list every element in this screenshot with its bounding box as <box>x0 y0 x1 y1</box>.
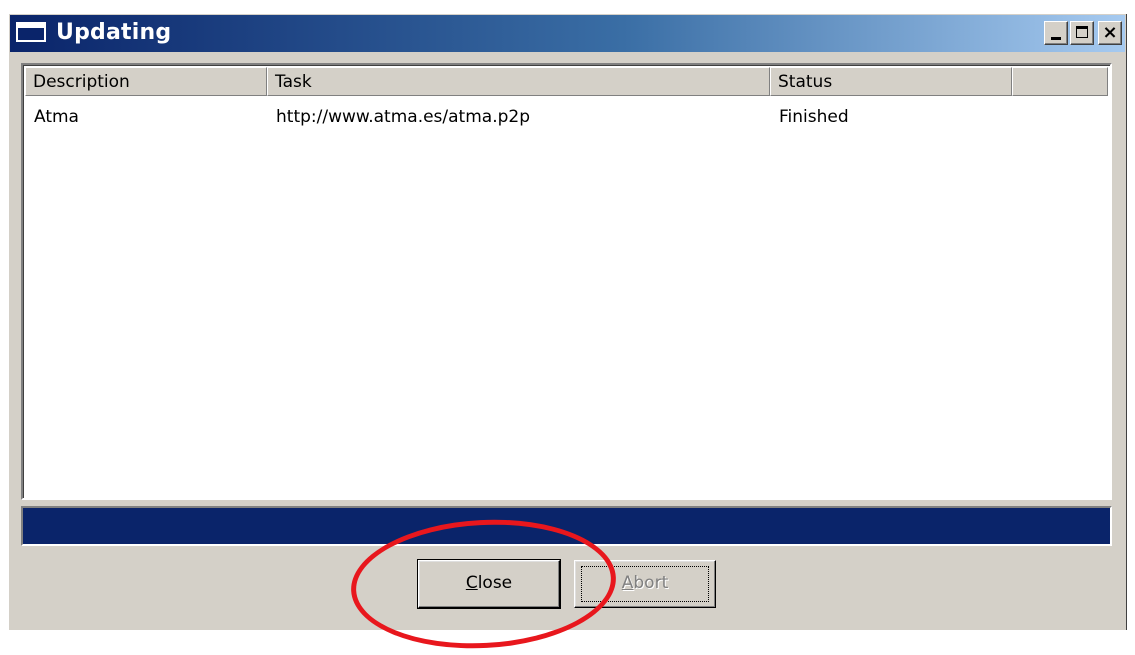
window-title: Updating <box>56 20 172 45</box>
title-bar[interactable]: Updating × <box>10 15 1125 52</box>
close-icon: × <box>1102 22 1118 43</box>
close-button-mnemonic: C <box>465 573 478 593</box>
focus-rectangle <box>581 566 709 602</box>
column-header-description[interactable]: Description <box>25 67 267 96</box>
progress-fill <box>23 508 1110 544</box>
list-header: Description Task Status <box>25 67 1108 96</box>
column-header-task[interactable]: Task <box>267 67 770 96</box>
cell-description: Atma <box>34 107 79 127</box>
minimize-icon <box>1051 37 1061 40</box>
column-header-empty <box>1012 67 1108 96</box>
progress-bar <box>21 506 1112 546</box>
column-header-status[interactable]: Status <box>770 67 1012 96</box>
abort-button[interactable]: Abort <box>574 560 716 608</box>
minimize-button[interactable] <box>1044 21 1068 45</box>
close-button-label: lose <box>477 573 513 593</box>
updating-dialog: Updating × Description Task Status Atma h… <box>8 13 1127 630</box>
table-row[interactable]: Atma http://www.atma.es/atma.p2p Finished <box>25 102 1108 132</box>
cell-status: Finished <box>779 107 849 127</box>
window-close-button[interactable]: × <box>1098 21 1122 45</box>
update-task-list[interactable]: Description Task Status Atma http://www.a… <box>21 63 1112 500</box>
window-icon <box>16 22 46 42</box>
close-button[interactable]: Close <box>417 559 561 609</box>
cell-task: http://www.atma.es/atma.p2p <box>276 107 531 127</box>
maximize-button[interactable] <box>1070 21 1094 45</box>
maximize-icon <box>1076 26 1088 38</box>
